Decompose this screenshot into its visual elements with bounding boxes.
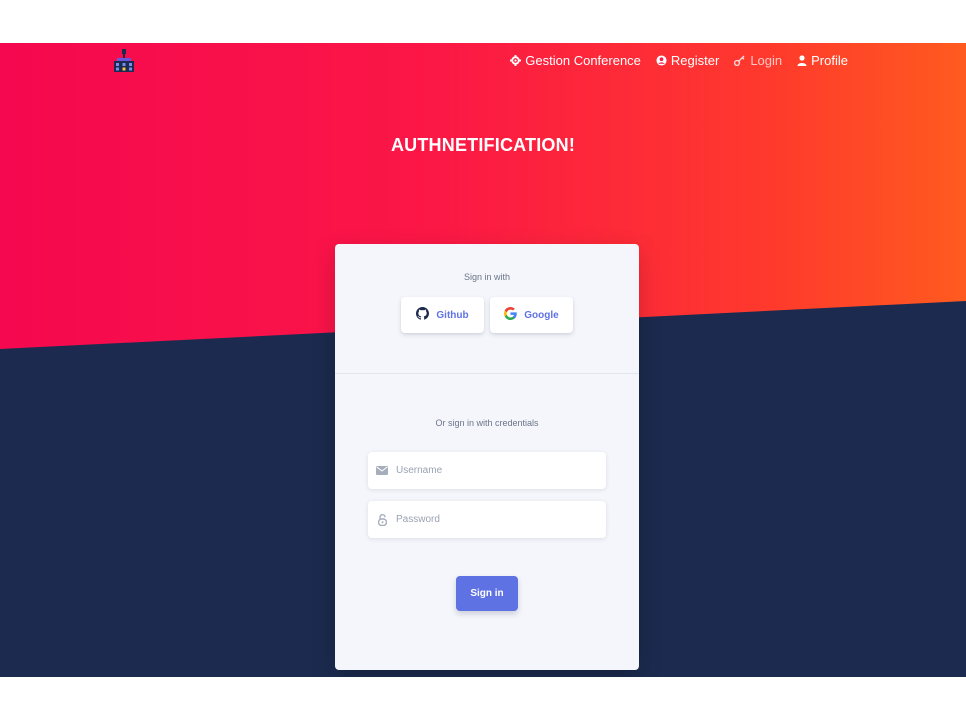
settings-icon bbox=[510, 55, 522, 66]
google-label: Google bbox=[524, 309, 559, 321]
key-icon bbox=[734, 55, 746, 66]
password-input[interactable] bbox=[396, 514, 596, 525]
google-icon bbox=[504, 307, 518, 323]
nav-profile-label: Profile bbox=[811, 53, 848, 68]
envelope-icon bbox=[376, 465, 388, 477]
navbar: Gestion Conference Register Login Profil… bbox=[0, 43, 966, 83]
username-field-wrapper bbox=[368, 452, 606, 489]
auth-card: Sign in with Github Google Or sign in wi… bbox=[335, 244, 639, 670]
social-login-section: Sign in with Github Google bbox=[335, 244, 639, 374]
social-buttons: Github Google bbox=[335, 297, 639, 333]
github-icon bbox=[416, 307, 430, 323]
credentials-text: Or sign in with credentials bbox=[435, 418, 539, 428]
password-field-wrapper bbox=[368, 501, 606, 538]
github-button[interactable]: Github bbox=[401, 297, 484, 333]
nav-register-label: Register bbox=[670, 53, 720, 68]
credentials-section: Or sign in with credentials Username Sig… bbox=[335, 374, 639, 611]
nav-login-label: Login bbox=[750, 53, 783, 68]
nav-profile[interactable]: Profile bbox=[797, 53, 848, 68]
nav-register[interactable]: Register bbox=[656, 53, 719, 68]
page-background: Gestion Conference Register Login Profil… bbox=[0, 43, 966, 677]
conference-building-icon[interactable] bbox=[113, 48, 135, 74]
user-circle-icon bbox=[656, 55, 667, 66]
nav-gestion-conference-label: Gestion Conference bbox=[525, 53, 641, 68]
nav-login[interactable]: Login bbox=[734, 53, 782, 68]
sign-in-with-text: Sign in with bbox=[463, 272, 511, 282]
username-input[interactable] bbox=[396, 465, 596, 476]
lock-icon bbox=[376, 513, 388, 526]
sign-in-button[interactable]: Sign in bbox=[456, 576, 518, 611]
nav-gestion-conference[interactable]: Gestion Conference bbox=[510, 53, 641, 68]
person-icon bbox=[797, 55, 807, 66]
github-label: Github bbox=[436, 309, 469, 321]
nav-links: Gestion Conference Register Login Profil… bbox=[510, 53, 848, 68]
page-title: AUTHNETIFICATION! bbox=[390, 135, 576, 155]
google-button[interactable]: Google bbox=[490, 297, 573, 333]
